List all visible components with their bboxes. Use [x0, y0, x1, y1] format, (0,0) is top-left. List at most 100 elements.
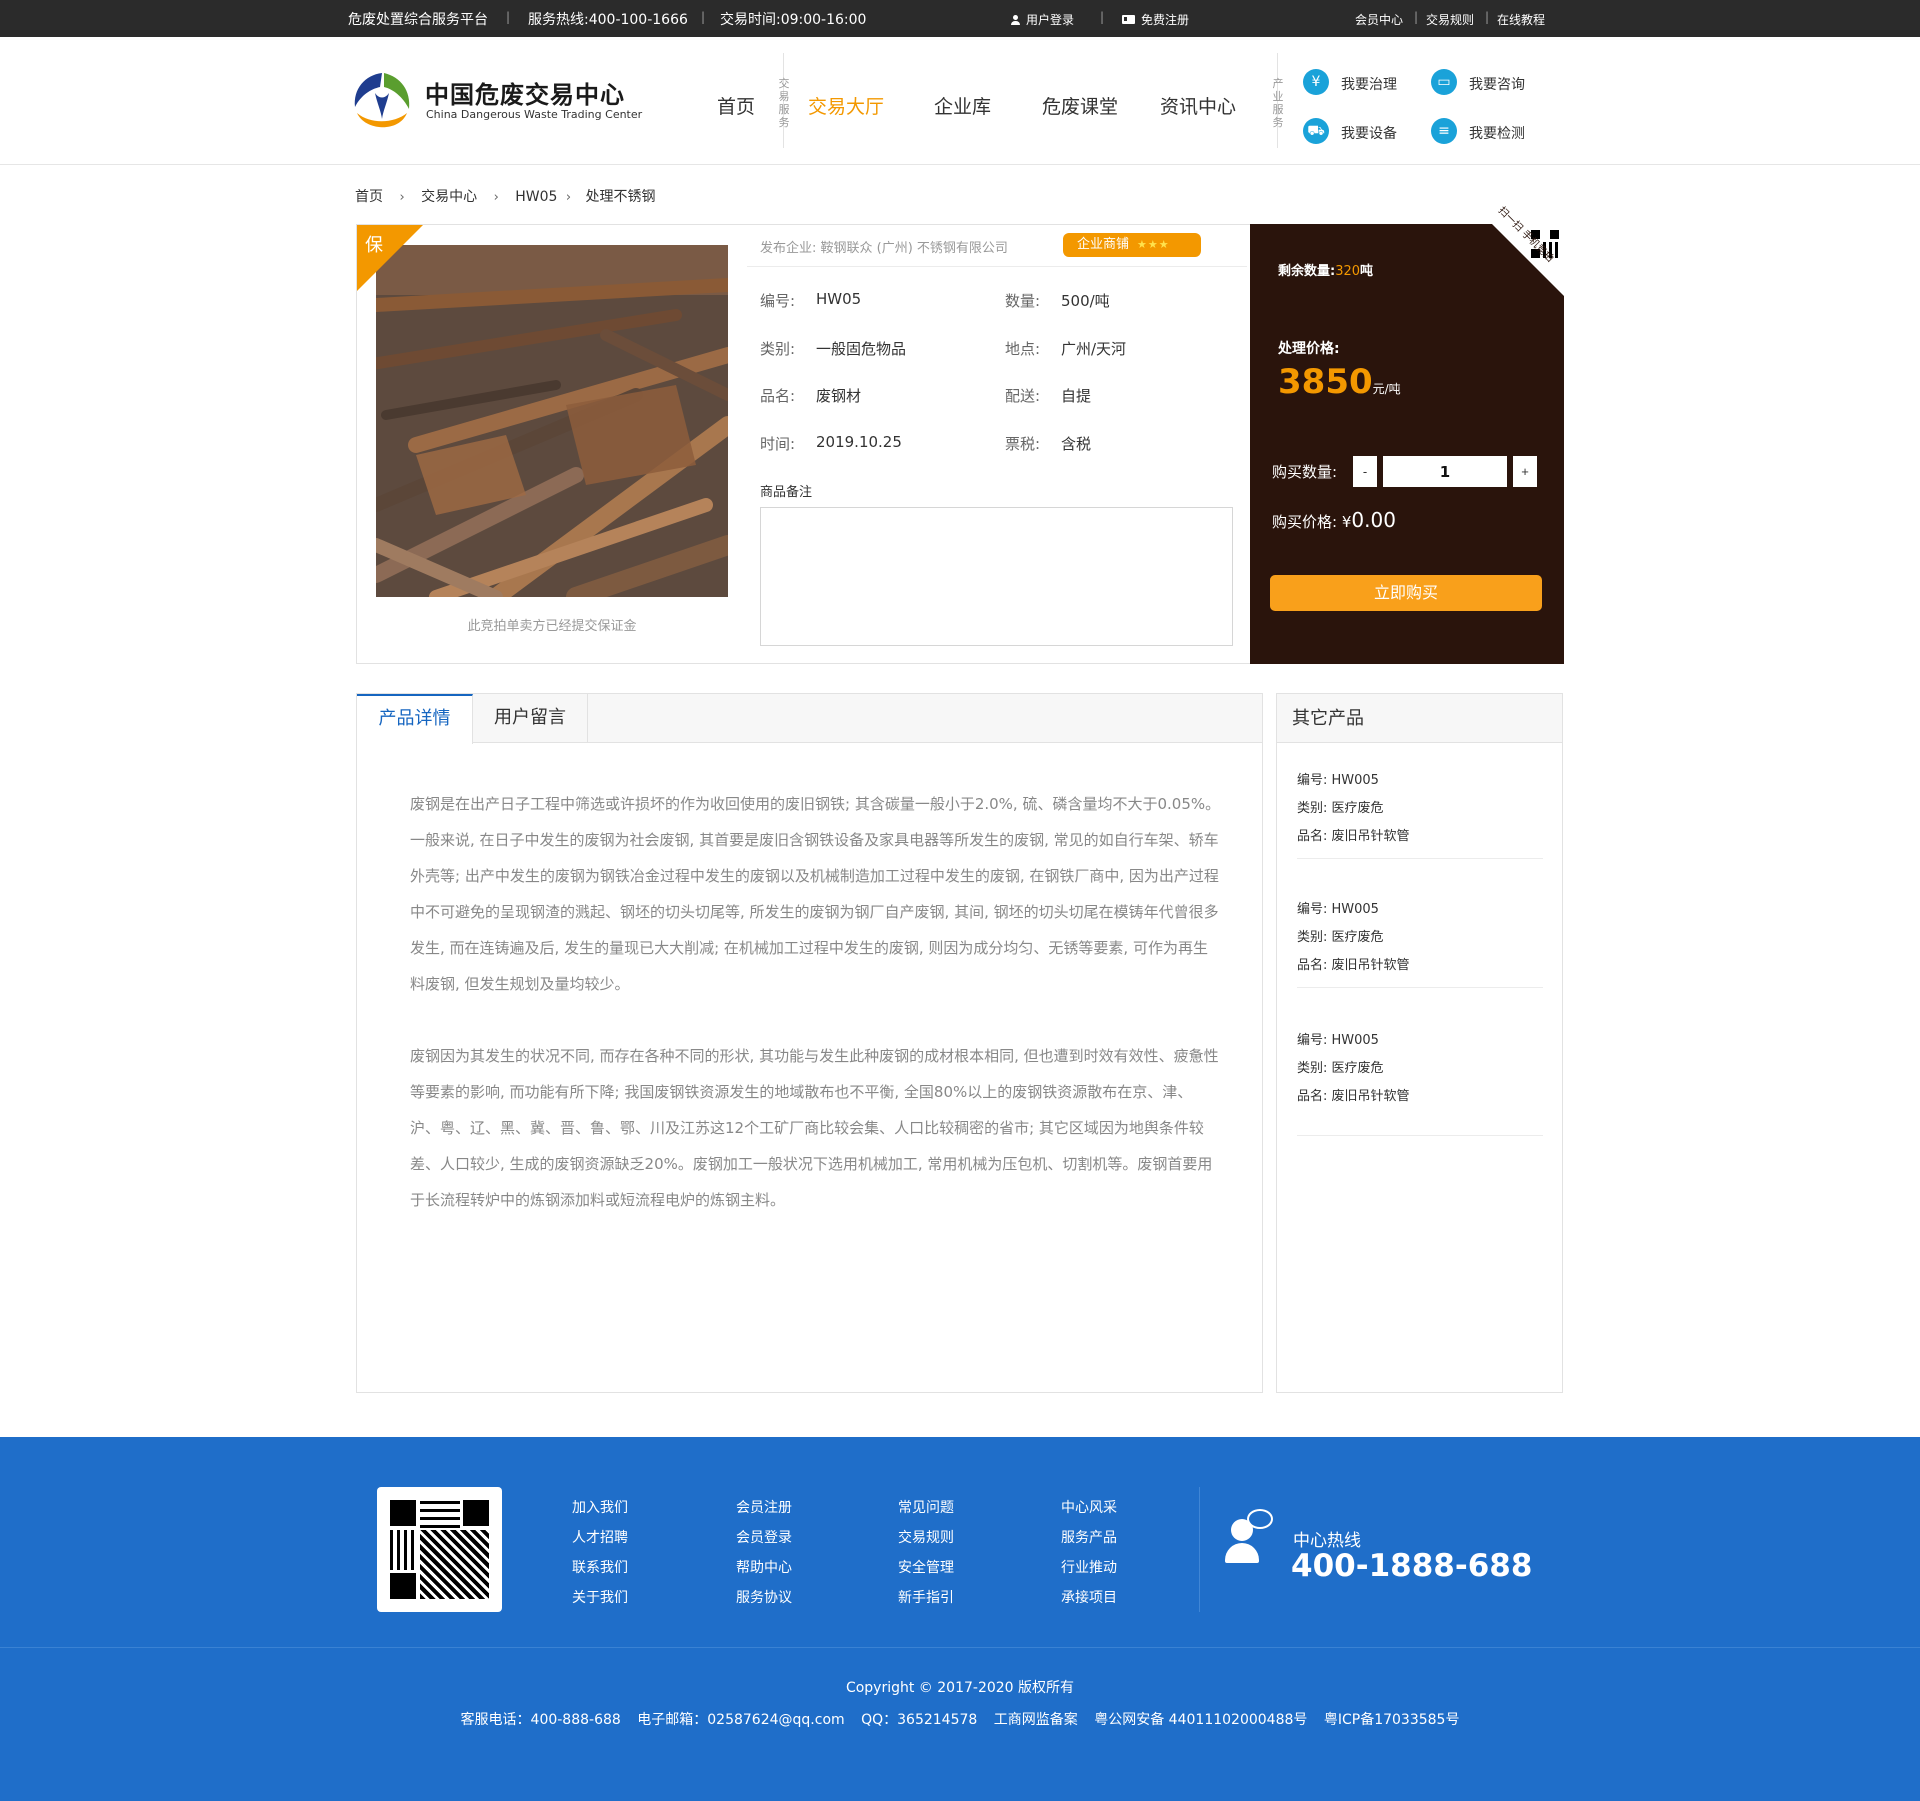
divider: | [506, 10, 511, 24]
footer-link[interactable]: 承接项目 [1061, 1583, 1117, 1613]
footer-link[interactable]: 新手指引 [898, 1583, 954, 1613]
divider [1199, 1487, 1200, 1612]
truck-icon: ⛟ [1303, 118, 1329, 144]
field-code: 编号: HW05 [760, 290, 862, 310]
product-panel: 保 此竞拍单卖方已经提交保证金 发布企业: 鞍钢联众 (广州) 不锈钢有限公司 … [356, 205, 1564, 664]
price-label: 处理价格: [1278, 341, 1340, 357]
business-filing[interactable]: 工商网监备案 [994, 1712, 1078, 1728]
trading-hours: 交易时间:09:00-16:00 [720, 12, 867, 28]
product-image [376, 245, 728, 597]
platform-name: 危废处置综合服务平台 [348, 12, 488, 28]
footer-link[interactable]: 联系我们 [572, 1553, 628, 1583]
tutorial-link[interactable]: 在线教程 [1497, 11, 1545, 28]
footer-link[interactable]: 人才招聘 [572, 1523, 628, 1553]
quantity-increase-button[interactable]: + [1513, 456, 1537, 487]
footer-link[interactable]: 中心风采 [1061, 1493, 1117, 1523]
contact-info: 客服电话：400-888-688 电子邮箱：02587624@qq.com QQ… [0, 1709, 1920, 1729]
deposit-note: 此竞拍单卖方已经提交保证金 [467, 619, 637, 634]
footer-link[interactable]: 服务产品 [1061, 1523, 1117, 1553]
deposit-tag: 保 [365, 235, 383, 256]
member-center-link[interactable]: 会员中心 [1355, 11, 1403, 28]
footer-link[interactable]: 关于我们 [572, 1583, 628, 1613]
list-item[interactable]: 编号: HW005 类别: 医疗废危 品名: 废旧吊针软管 [1297, 888, 1543, 988]
login-link[interactable]: 用户登录 [1011, 11, 1074, 28]
star-rating-icon: ★★★ [1137, 238, 1170, 251]
divider [747, 266, 1247, 267]
divider [0, 1647, 1920, 1648]
nav-trading-hall[interactable]: 交易大厅 [808, 92, 884, 119]
qq: QQ：365214578 [861, 1712, 978, 1728]
footer-column: 常见问题 交易规则 安全管理 新手指引 [898, 1493, 954, 1613]
divider: | [1100, 10, 1105, 24]
footer-link[interactable]: 会员注册 [736, 1493, 792, 1523]
other-products-panel: 其它产品 编号: HW005 类别: 医疗废危 品名: 废旧吊针软管 编号: H… [1276, 693, 1563, 1393]
footer-link[interactable]: 服务协议 [736, 1583, 792, 1613]
nav-news-center[interactable]: 资讯中心 [1160, 92, 1236, 119]
icp-filing[interactable]: 粤ICP备17033585号 [1324, 1712, 1460, 1728]
remaining-quantity: 剩余数量:320吨 [1278, 264, 1374, 279]
unit-price: 3850元/吨 [1278, 362, 1401, 402]
field-date: 时间: 2019.10.25 [760, 433, 902, 453]
nav-home[interactable]: 首页 [717, 92, 755, 119]
hotline-text: 服务热线:400-100-1666 [528, 12, 688, 28]
total-price: 购买价格: ¥0.00 [1272, 508, 1396, 532]
service-phone: 客服电话：400-888-688 [460, 1712, 621, 1728]
footer-link[interactable]: 帮助中心 [736, 1553, 792, 1583]
register-link[interactable]: 免费注册 [1122, 11, 1189, 28]
footer-link[interactable]: 行业推动 [1061, 1553, 1117, 1583]
hotline-number: 400-1888-688 [1291, 1548, 1533, 1584]
site-footer: 加入我们 人才招聘 联系我们 关于我们 会员注册 会员登录 帮助中心 服务协议 … [0, 1437, 1920, 1801]
footer-link[interactable]: 加入我们 [572, 1493, 628, 1523]
tab-user-comments[interactable]: 用户留言 [473, 694, 588, 743]
police-filing[interactable]: 粤公网安备 44011102000488号 [1094, 1712, 1307, 1728]
divider: | [1485, 10, 1490, 24]
logo-subtitle: China Dangerous Waste Trading Center [426, 108, 643, 121]
buy-now-button[interactable]: 立即购买 [1270, 575, 1542, 611]
list-item[interactable]: 编号: HW005 类别: 医疗废危 品名: 废旧吊针软管 [1297, 1019, 1543, 1136]
description-paragraph: 废钢是在出产日子工程中筛选或许损坏的作为收回使用的废旧钢铁; 其含碳量一般小于2… [410, 795, 1221, 993]
footer-link[interactable]: 常见问题 [898, 1493, 954, 1523]
logo[interactable]: 中国危废交易中心 China Dangerous Waste Trading C… [347, 67, 647, 137]
publisher: 发布企业: 鞍钢联众 (广州) 不锈钢有限公司 [760, 241, 1008, 256]
site-header: 中国危废交易中心 China Dangerous Waste Trading C… [0, 37, 1920, 165]
tab-product-details[interactable]: 产品详情 [357, 694, 473, 744]
breadcrumb-home[interactable]: 首页 [355, 186, 383, 206]
nav-waste-classroom[interactable]: 危废课堂 [1042, 92, 1118, 119]
field-category: 类别: 一般固危物品 [760, 340, 907, 358]
quantity-decrease-button[interactable]: - [1353, 456, 1377, 487]
purchase-panel: 扫一扫 手机竞拍 剩余数量:320吨 处理价格: 3850元/吨 购买数量: -… [1250, 205, 1564, 664]
chevron-right-icon: › [493, 190, 499, 205]
trading-rules-link[interactable]: 交易规则 [1426, 11, 1474, 28]
footer-link[interactable]: 交易规则 [898, 1523, 954, 1553]
product-detail-panel: 产品详情 用户留言 废钢是在出产日子工程中筛选或许损坏的作为收回使用的废旧钢铁;… [356, 693, 1263, 1393]
breadcrumb-trade-center[interactable]: 交易中心 [421, 186, 477, 206]
chevron-right-icon: › [565, 190, 572, 205]
breadcrumb-code[interactable]: HW05 [515, 189, 557, 205]
shop-button[interactable]: 企业商铺 ★★★ [1063, 233, 1201, 257]
list-item[interactable]: 编号: HW005 类别: 医疗废危 品名: 废旧吊针软管 [1297, 759, 1543, 859]
breadcrumb-current: 处理不锈钢 [585, 189, 656, 205]
chevron-right-icon: › [399, 190, 405, 205]
description-paragraph: 废钢因为其发生的状况不同, 而存在各种不同的形状, 其功能与发生此种废钢的成材根… [410, 1047, 1219, 1209]
industry-services-label: 产业服务 [1272, 77, 1284, 129]
divider: | [701, 10, 706, 24]
footer-column: 会员注册 会员登录 帮助中心 服务协议 [736, 1493, 792, 1613]
field-delivery: 配送: 自提 [1005, 387, 1092, 405]
field-quantity: 数量: 500/吨 [1005, 292, 1110, 310]
quantity-label: 购买数量: [1272, 463, 1338, 481]
email: 电子邮箱：02587624@qq.com [637, 1712, 845, 1728]
trading-services-label: 交易服务 [778, 77, 790, 129]
footer-column: 中心风采 服务产品 行业推动 承接项目 [1061, 1493, 1117, 1613]
footer-column: 加入我们 人才招聘 联系我们 关于我们 [572, 1493, 628, 1613]
top-bar: 危废处置综合服务平台 | 服务热线:400-100-1666 | 交易时间:09… [0, 0, 1920, 37]
detail-tabs: 产品详情 用户留言 [357, 694, 1262, 744]
user-icon [1011, 15, 1020, 25]
field-tax: 票税: 含税 [1005, 435, 1092, 453]
divider: | [1414, 10, 1419, 24]
quantity-input[interactable] [1383, 456, 1507, 487]
footer-link[interactable]: 安全管理 [898, 1553, 954, 1583]
nav-company-directory[interactable]: 企业库 [934, 92, 991, 119]
footer-link[interactable]: 会员登录 [736, 1523, 792, 1553]
id-card-icon [1122, 15, 1135, 24]
copyright: Copyright © 2017-2020 版权所有 [845, 1680, 1075, 1696]
